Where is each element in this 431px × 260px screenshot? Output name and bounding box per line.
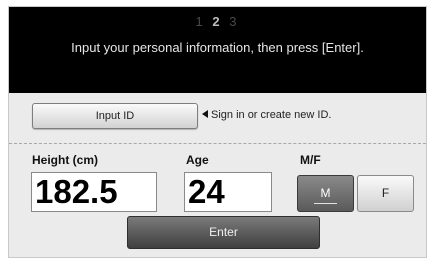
step-3: 3 [229, 14, 240, 29]
id-section: Input ID Sign in or create new ID. [9, 93, 426, 144]
height-label: Height (cm) [32, 153, 98, 167]
step-2-current: 2 [212, 14, 223, 29]
sex-label: M/F [300, 153, 321, 167]
step-indicator: 1 2 3 [9, 14, 426, 29]
age-input[interactable]: 24 [184, 172, 272, 212]
sign-in-hint: Sign in or create new ID. [202, 109, 331, 121]
step-1: 1 [195, 14, 206, 29]
input-id-button[interactable]: Input ID [32, 103, 198, 129]
sign-in-hint-text: Sign in or create new ID. [211, 109, 332, 121]
left-arrow-icon [202, 110, 208, 118]
height-input[interactable]: 182.5 [31, 172, 157, 212]
enter-button[interactable]: Enter [127, 216, 320, 249]
instruction-header: 1 2 3 Input your personal information, t… [9, 7, 426, 93]
selected-underline [314, 203, 337, 204]
sex-f-button[interactable]: F [357, 175, 414, 212]
sex-m-label: M [320, 186, 331, 200]
sex-m-button[interactable]: M [297, 175, 354, 212]
instruction-text: Input your personal information, then pr… [71, 40, 364, 55]
sex-f-label: F [381, 186, 390, 200]
age-label: Age [186, 153, 209, 167]
personal-info-panel: 1 2 3 Input your personal information, t… [8, 6, 427, 258]
